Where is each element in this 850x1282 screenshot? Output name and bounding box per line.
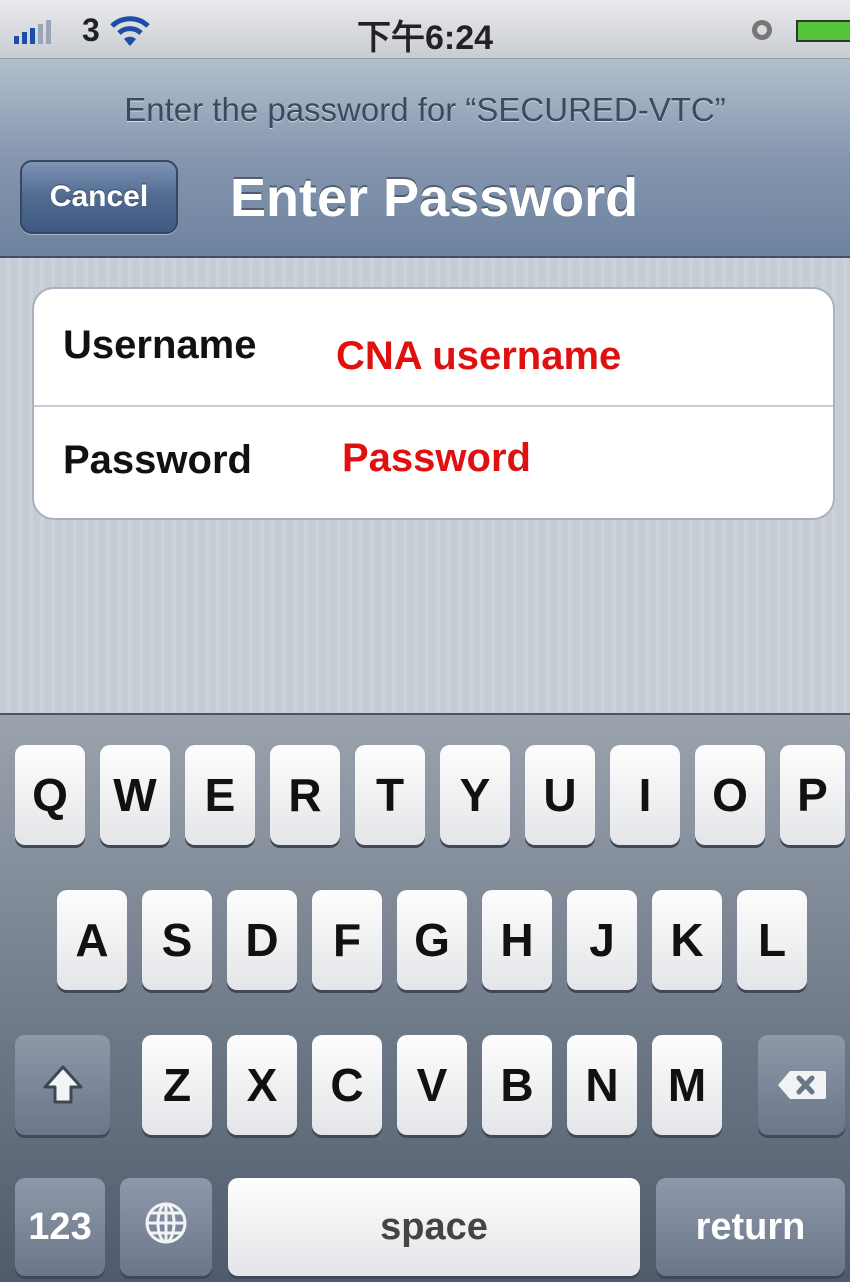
key-r[interactable]: R [270,745,340,845]
clock-alarm-icon [752,20,772,40]
key-i[interactable]: I [610,745,680,845]
key-v[interactable]: V [397,1035,467,1135]
status-bar: 3 下午6:24 [0,0,850,59]
key-g[interactable]: G [397,890,467,990]
key-p[interactable]: P [780,745,845,845]
key-m[interactable]: M [652,1035,722,1135]
key-y[interactable]: Y [440,745,510,845]
shift-arrow-icon [43,1065,82,1104]
iphone-screen: 3 下午6:24 Enter the password for “SECURED… [0,0,850,1282]
content-area: Username CNA username Password Password [0,258,850,713]
page-title: Enter Password [230,168,639,228]
key-j[interactable]: J [567,890,637,990]
key-c[interactable]: C [312,1035,382,1135]
delete-key[interactable] [758,1035,845,1135]
key-q[interactable]: Q [15,745,85,845]
password-row[interactable]: Password Password [34,406,833,518]
key-k[interactable]: K [652,890,722,990]
on-screen-keyboard: Q W E R T Y U I O P A S D F G H J K L Z … [0,713,850,1282]
return-key[interactable]: return [656,1178,845,1276]
username-label: Username [63,323,257,367]
globe-key[interactable] [120,1178,212,1276]
shift-key[interactable] [15,1035,110,1135]
password-label: Password [63,438,252,482]
key-o[interactable]: O [695,745,765,845]
numbers-key[interactable]: 123 [15,1178,105,1276]
key-l[interactable]: L [737,890,807,990]
password-field[interactable]: Password [342,436,531,481]
key-h[interactable]: H [482,890,552,990]
key-e[interactable]: E [185,745,255,845]
status-time: 下午6:24 [356,19,494,57]
username-field[interactable]: CNA username [336,334,621,379]
key-x[interactable]: X [227,1035,297,1135]
key-z[interactable]: Z [142,1035,212,1135]
credentials-form: Username CNA username Password Password [32,287,835,520]
key-n[interactable]: N [567,1035,637,1135]
key-t[interactable]: T [355,745,425,845]
cancel-button[interactable]: Cancel [20,160,178,234]
password-prompt: Enter the password for “SECURED-VTC” [124,91,726,128]
navigation-bar: Enter the password for “SECURED-VTC” Can… [0,59,850,258]
username-row[interactable]: Username CNA username [34,289,833,407]
battery-icon [796,20,850,42]
key-a[interactable]: A [57,890,127,990]
delete-backspace-icon [777,1071,826,1099]
space-key[interactable]: space [228,1178,640,1276]
globe-icon [145,1202,187,1244]
key-b[interactable]: B [482,1035,552,1135]
key-w[interactable]: W [100,745,170,845]
key-s[interactable]: S [142,890,212,990]
key-d[interactable]: D [227,890,297,990]
key-f[interactable]: F [312,890,382,990]
key-u[interactable]: U [525,745,595,845]
